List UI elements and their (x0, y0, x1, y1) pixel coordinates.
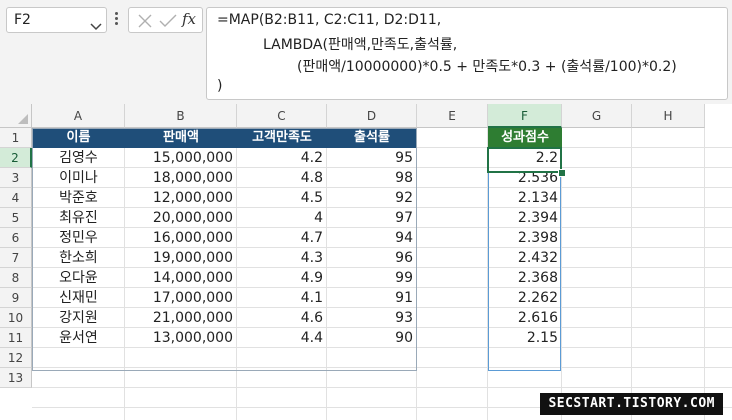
column-header-f[interactable]: F (488, 104, 562, 128)
table-cell[interactable]: 12,000,000 (125, 188, 237, 208)
table-cell[interactable]: 19,000,000 (125, 248, 237, 268)
table-cell[interactable]: 4.8 (237, 168, 327, 188)
table-cell[interactable]: 94 (327, 228, 417, 248)
formula-toolbar: F2 fx =MAP(B2:B11, C2:C11, D2:D11, LAMBD… (0, 0, 732, 104)
formula-buttons: fx (128, 7, 203, 33)
formula-line-4: ) (217, 78, 223, 94)
fill-handle[interactable] (558, 169, 566, 177)
table-cell[interactable]: 21,000,000 (125, 308, 237, 328)
table-cell[interactable]: 김영수 (32, 148, 125, 168)
table-cell[interactable]: 96 (327, 248, 417, 268)
row-header-4[interactable]: 4 (0, 188, 32, 208)
table-cell[interactable]: 신재민 (32, 288, 125, 308)
table-cell[interactable]: 98 (327, 168, 417, 188)
result-cell[interactable]: 2.2 (488, 148, 562, 168)
cancel-icon[interactable] (137, 13, 153, 33)
table-cell[interactable]: 윤서연 (32, 328, 125, 348)
row-header-10[interactable]: 10 (0, 308, 32, 328)
table-cell[interactable]: 4.7 (237, 228, 327, 248)
insert-function-icon[interactable]: fx (182, 10, 196, 28)
formula-line-1: =MAP(B2:B11, C2:C11, D2:D11, (217, 12, 442, 28)
result-cell[interactable]: 2.134 (488, 188, 562, 208)
table-cell[interactable]: 15,000,000 (125, 148, 237, 168)
table-cell[interactable]: 95 (327, 148, 417, 168)
row-header-11[interactable]: 11 (0, 328, 32, 348)
table-cell[interactable]: 4.4 (237, 328, 327, 348)
row-header-3[interactable]: 3 (0, 168, 32, 188)
table-cell[interactable]: 16,000,000 (125, 228, 237, 248)
result-cell[interactable]: 2.398 (488, 228, 562, 248)
column-header-h[interactable]: H (632, 104, 705, 128)
table-cell[interactable]: 20,000,000 (125, 208, 237, 228)
column-header-b[interactable]: B (125, 104, 237, 128)
table-cell[interactable]: 93 (327, 308, 417, 328)
formula-input[interactable]: =MAP(B2:B11, C2:C11, D2:D11, LAMBDA(판매액,… (206, 7, 728, 100)
table-cell[interactable]: 한소희 (32, 248, 125, 268)
table-cell[interactable]: 4.1 (237, 288, 327, 308)
column-header-c[interactable]: C (237, 104, 327, 128)
column-header-d[interactable]: D (327, 104, 417, 128)
row-header-6[interactable]: 6 (0, 228, 32, 248)
check-icon[interactable] (159, 13, 177, 33)
table-cell[interactable]: 17,000,000 (125, 288, 237, 308)
result-header-cell[interactable]: 성과점수 (488, 128, 562, 148)
result-cell[interactable]: 2.536 (488, 168, 562, 188)
table-header-cell[interactable]: 판매액 (125, 128, 237, 148)
table-header-cell[interactable]: 이름 (32, 128, 125, 148)
row-header-7[interactable]: 7 (0, 248, 32, 268)
name-box-value: F2 (14, 12, 31, 28)
table-cell[interactable]: 4.3 (237, 248, 327, 268)
column-header-a[interactable]: A (32, 104, 125, 128)
result-cell[interactable]: 2.262 (488, 288, 562, 308)
table-cell[interactable]: 91 (327, 288, 417, 308)
select-all-triangle-icon (18, 114, 28, 124)
table-cell[interactable]: 최유진 (32, 208, 125, 228)
row-header-2[interactable]: 2 (0, 148, 32, 168)
result-cell[interactable]: 2.616 (488, 308, 562, 328)
table-cell[interactable]: 정민우 (32, 228, 125, 248)
more-options-icon[interactable] (112, 10, 120, 30)
result-cell[interactable]: 2.432 (488, 248, 562, 268)
table-cell[interactable]: 이미나 (32, 168, 125, 188)
table-cell[interactable]: 4.5 (237, 188, 327, 208)
table-cell[interactable]: 18,000,000 (125, 168, 237, 188)
column-header-e[interactable]: E (417, 104, 488, 128)
name-box[interactable]: F2 (6, 7, 107, 33)
row-header-12[interactable]: 12 (0, 348, 32, 368)
result-cell[interactable]: 2.368 (488, 268, 562, 288)
table-cell[interactable]: 4 (237, 208, 327, 228)
table-cell[interactable]: 90 (327, 328, 417, 348)
result-cell[interactable]: 2.15 (488, 328, 562, 348)
table-cell[interactable]: 14,000,000 (125, 268, 237, 288)
table-cell[interactable]: 강지원 (32, 308, 125, 328)
row-header-9[interactable]: 9 (0, 288, 32, 308)
row-header-13[interactable]: 13 (0, 368, 32, 388)
select-all-button[interactable] (0, 104, 32, 128)
formula-line-2: LAMBDA(판매액,만족도,출석률, (263, 37, 458, 53)
table-cell[interactable]: 오다윤 (32, 268, 125, 288)
table-cell[interactable]: 92 (327, 188, 417, 208)
table-header-cell[interactable]: 고객만족도 (237, 128, 327, 148)
table-cell[interactable]: 13,000,000 (125, 328, 237, 348)
table-cell[interactable]: 97 (327, 208, 417, 228)
chevron-down-icon[interactable] (90, 16, 102, 35)
table-cell[interactable]: 4.2 (237, 148, 327, 168)
formula-line-3: (판매액/10000000)*0.5 + 만족도*0.3 + (출석률/100)… (297, 59, 677, 75)
table-cell[interactable]: 99 (327, 268, 417, 288)
table-cell[interactable]: 4.9 (237, 268, 327, 288)
table-cell[interactable]: 박준호 (32, 188, 125, 208)
table-cell[interactable]: 4.6 (237, 308, 327, 328)
row-header-5[interactable]: 5 (0, 208, 32, 228)
result-cell[interactable]: 2.394 (488, 208, 562, 228)
watermark-badge: SECSTART.TISTORY.COM (540, 393, 723, 415)
row-header-8[interactable]: 8 (0, 268, 32, 288)
table-header-cell[interactable]: 출석률 (327, 128, 417, 148)
column-header-g[interactable]: G (562, 104, 632, 128)
row-header-1[interactable]: 1 (0, 128, 32, 148)
